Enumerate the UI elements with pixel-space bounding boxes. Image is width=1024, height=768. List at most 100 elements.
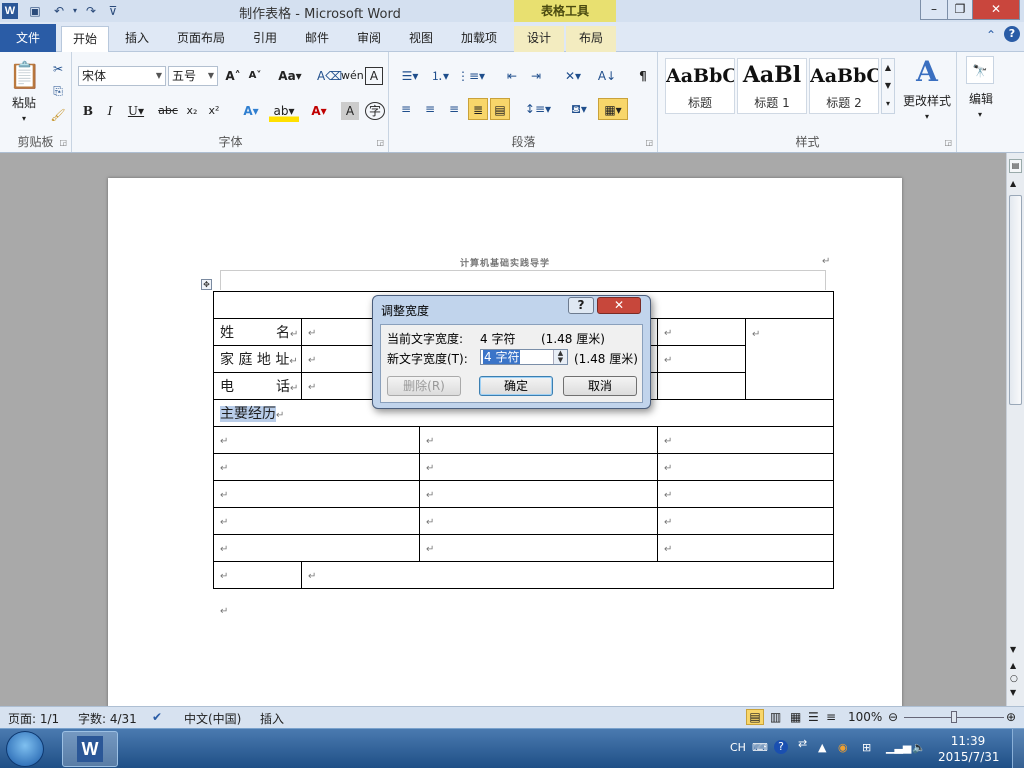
- scroll-down-icon[interactable]: ▼: [1010, 645, 1016, 654]
- zoom-slider-thumb[interactable]: [951, 711, 957, 723]
- paste-dropdown-icon[interactable]: ▾: [14, 108, 34, 130]
- enclose-characters-icon[interactable]: 字: [365, 102, 385, 120]
- chevron-down-icon[interactable]: ▾: [917, 106, 937, 128]
- bullets-icon[interactable]: ☰▾: [396, 65, 424, 87]
- change-case-icon[interactable]: Aa▾: [277, 65, 303, 87]
- highlight-color-icon[interactable]: ab▾: [269, 100, 299, 122]
- table-cell[interactable]: ↵: [213, 480, 420, 508]
- tab-references[interactable]: 引用: [244, 26, 286, 52]
- style-heading-2[interactable]: AaBbC 标题 2: [809, 58, 879, 114]
- spinner-arrows-icon[interactable]: ▲ ▼: [553, 350, 567, 364]
- system-clock[interactable]: 11:39 2015/7/31: [938, 733, 1000, 765]
- table-cell[interactable]: ↵: [657, 345, 746, 373]
- borders-icon[interactable]: ▦▾: [598, 98, 628, 120]
- style-title[interactable]: AaBbC 标题: [665, 58, 735, 114]
- align-center-icon[interactable]: ≡: [420, 98, 440, 120]
- minimize-button[interactable]: –: [920, 0, 948, 20]
- sort-icon[interactable]: A↓: [596, 65, 618, 87]
- italic-icon[interactable]: I: [101, 100, 119, 122]
- character-shading-icon[interactable]: A: [341, 102, 359, 120]
- close-window-button[interactable]: ✕: [972, 0, 1020, 20]
- shrink-font-icon[interactable]: A˅: [245, 65, 265, 87]
- browse-object-icon[interactable]: ○: [1010, 674, 1018, 684]
- multilevel-list-icon[interactable]: ⋮≡▾: [456, 65, 486, 87]
- phonetic-guide-icon[interactable]: wén: [341, 65, 364, 87]
- scroll-thumb[interactable]: [1009, 195, 1022, 405]
- align-left-icon[interactable]: ≡: [396, 98, 416, 120]
- table-cell[interactable]: ↵: [656, 507, 835, 535]
- restore-button[interactable]: ❐: [947, 0, 973, 20]
- tab-insert[interactable]: 插入: [116, 26, 158, 52]
- text-effects-icon[interactable]: A▾: [237, 100, 265, 122]
- proofing-icon[interactable]: ✔: [152, 710, 162, 724]
- start-button[interactable]: [6, 731, 44, 767]
- table-cell[interactable]: ↵: [657, 318, 746, 346]
- scroll-up-icon[interactable]: ▲: [1010, 179, 1016, 188]
- table-cell[interactable]: ↵: [656, 534, 835, 562]
- table-cell[interactable]: ↵: [213, 561, 302, 589]
- ime-indicator[interactable]: CH: [730, 741, 746, 754]
- document-page[interactable]: 计算机基础实践导学 ↵ ✥ 姓 名↵ ↵ ↵ ↵ 家 庭 地 址↵ ↵ ↵ 电 …: [108, 178, 902, 706]
- dialog-help-button[interactable]: ?: [568, 297, 594, 314]
- justify-icon[interactable]: ≣: [468, 98, 488, 120]
- format-painter-icon[interactable]: 🖌: [48, 104, 68, 126]
- tab-layout[interactable]: 布局: [566, 26, 616, 52]
- next-page-icon[interactable]: ▼: [1010, 688, 1016, 697]
- numbering-icon[interactable]: ⒈▾: [426, 65, 454, 87]
- chevron-down-icon[interactable]: ▾: [970, 104, 990, 126]
- table-cell[interactable]: ↵: [419, 453, 658, 481]
- align-right-icon[interactable]: ≡: [444, 98, 464, 120]
- paste-icon[interactable]: 📋: [8, 56, 42, 96]
- distributed-icon[interactable]: ▤: [490, 98, 510, 120]
- superscript-icon[interactable]: x²: [205, 100, 223, 122]
- draft-view-icon[interactable]: ≡: [826, 710, 836, 724]
- tab-home[interactable]: 开始: [61, 26, 109, 52]
- previous-page-icon[interactable]: ▲: [1010, 661, 1016, 670]
- print-layout-icon[interactable]: ▤: [746, 709, 764, 725]
- full-screen-reading-icon[interactable]: ▥: [770, 710, 781, 724]
- volume-icon[interactable]: 🔈: [912, 741, 926, 754]
- table-cell[interactable]: 家 庭 地 址↵: [213, 345, 302, 373]
- cancel-button[interactable]: 取消: [563, 376, 637, 396]
- bold-icon[interactable]: B: [79, 100, 97, 122]
- table-cell[interactable]: ↵: [656, 480, 835, 508]
- table-cell[interactable]: ↵: [419, 426, 658, 454]
- font-name-combo[interactable]: 宋体 ▼: [78, 66, 166, 86]
- cut-icon[interactable]: ✂: [48, 58, 68, 80]
- find-icon[interactable]: 🔭: [966, 56, 994, 84]
- underline-icon[interactable]: U▾: [123, 100, 149, 122]
- styles-scroll-icon[interactable]: ▲ ▼ ▾: [881, 58, 895, 114]
- photo-cell[interactable]: ↵: [744, 318, 835, 400]
- table-cell[interactable]: ↵: [213, 534, 420, 562]
- decrease-indent-icon[interactable]: ⇤: [502, 65, 522, 87]
- dialog-close-button[interactable]: ✕: [597, 297, 641, 314]
- table-cell[interactable]: ↵: [656, 453, 835, 481]
- table-cell[interactable]: 姓 名↵: [213, 318, 302, 346]
- page-count[interactable]: 页面: 1/1: [8, 710, 59, 727]
- web-layout-icon[interactable]: ▦: [790, 710, 801, 724]
- tab-design[interactable]: 设计: [514, 26, 564, 52]
- table-cell[interactable]: 电 话↵: [213, 372, 302, 400]
- show-desktop-button[interactable]: [1012, 729, 1024, 768]
- tab-mailings[interactable]: 邮件: [296, 26, 338, 52]
- new-width-spinner[interactable]: 4 字符 ▲ ▼: [480, 349, 568, 365]
- minimize-ribbon-icon[interactable]: ⌃: [986, 28, 996, 42]
- zoom-out-icon[interactable]: ⊖: [888, 710, 898, 724]
- document-area[interactable]: 计算机基础实践导学 ↵ ✥ 姓 名↵ ↵ ↵ ↵ 家 庭 地 址↵ ↵ ↵ 电 …: [0, 153, 1006, 706]
- copy-icon[interactable]: ⎘: [48, 80, 68, 102]
- tab-addins[interactable]: 加载项: [452, 26, 506, 52]
- ime-options-icon[interactable]: ⇄: [798, 737, 807, 750]
- help-icon[interactable]: ?: [1004, 26, 1020, 42]
- word-count[interactable]: 字数: 4/31: [78, 710, 137, 727]
- paragraph-launcher-icon[interactable]: ◲: [645, 138, 653, 147]
- chinese-layout-icon[interactable]: ✕▾: [558, 65, 588, 87]
- show-marks-icon[interactable]: ¶: [634, 65, 652, 87]
- zoom-in-icon[interactable]: ⊕: [1006, 710, 1016, 724]
- ok-button[interactable]: 确定: [479, 376, 553, 396]
- styles-launcher-icon[interactable]: ◲: [944, 138, 952, 147]
- table-cell[interactable]: ↵: [419, 534, 658, 562]
- security-icon[interactable]: ◉: [838, 741, 848, 754]
- tab-file[interactable]: 文件: [0, 24, 56, 52]
- table-cell[interactable]: ↵: [300, 561, 835, 589]
- font-launcher-icon[interactable]: ◲: [376, 138, 384, 147]
